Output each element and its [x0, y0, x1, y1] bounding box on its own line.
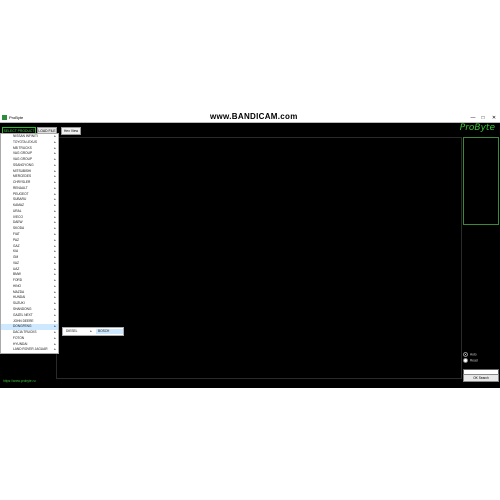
- submenu-item-diesel[interactable]: DIESEL ▸: [66, 329, 92, 334]
- radio-label: Read: [470, 358, 478, 363]
- submenu-item-label: BOSCH: [98, 329, 110, 333]
- radio-option-auto[interactable]: Auto: [463, 352, 477, 357]
- menu-item-label: HUNDAI: [13, 295, 26, 300]
- menu-item-label: SKODA: [13, 226, 25, 231]
- app-icon: [2, 115, 7, 120]
- menu-item-label: DONGFENG: [13, 324, 32, 329]
- menu-item-label: HYUNDAI: [13, 341, 28, 346]
- window-title: ProByte: [9, 115, 24, 120]
- menu-item-label: BMW: [13, 272, 21, 277]
- menu-item-label: VAG GROUP: [13, 157, 33, 162]
- menu-item-label: GAZ: [13, 243, 20, 248]
- menu-item-label: MAZDA: [13, 289, 25, 294]
- menu-item-label: TOYOTA LEXUS: [13, 139, 37, 144]
- menu-item-label: MB TRUCKS: [13, 145, 32, 150]
- radio-icon: [463, 352, 468, 357]
- menu-item-label: PAZ: [13, 237, 19, 242]
- hex-view-button[interactable]: Hex View: [61, 127, 81, 135]
- radio-option-read[interactable]: Read: [463, 358, 478, 363]
- menu-item-label: SUBARU: [13, 197, 27, 202]
- menu-item-label: URAL: [13, 208, 22, 213]
- footer-url[interactable]: https://www.probyte.ru: [3, 379, 36, 384]
- menu-item-label: SSANGYONG: [13, 162, 34, 167]
- app-window: ProByte www.BANDICAM.com — □ ✕ SELECT PR…: [0, 112, 500, 388]
- title-bar: ProByte www.BANDICAM.com — □ ✕: [0, 112, 500, 123]
- menu-item-label: SHANDONG: [13, 306, 32, 311]
- menu-item-label: GAZEL NEXT: [13, 312, 33, 317]
- preview-box: [463, 137, 499, 225]
- minimize-button[interactable]: —: [468, 114, 478, 122]
- menu-item-label: KAMAZ: [13, 203, 24, 208]
- chevron-right-icon: ▸: [90, 329, 92, 333]
- maximize-button[interactable]: □: [478, 114, 488, 122]
- radio-icon: [463, 358, 468, 363]
- menu-item-label: NISSAN INFINITI: [13, 134, 38, 138]
- watermark: www.BANDICAM.com: [210, 112, 298, 121]
- menu-item-label: IVECO: [13, 214, 23, 219]
- menu-item-label: GM: [13, 255, 19, 260]
- menu-item-label: MITSUBISHI: [13, 168, 32, 173]
- brand-logo: ProByte: [459, 123, 495, 133]
- submenu: DIESEL ▸ BOSCH: [62, 327, 124, 336]
- menu-item-label: MERCEDES: [13, 174, 32, 179]
- radio-label: Auto: [470, 352, 477, 357]
- menu-item-label: DACIA TRUCKS: [13, 330, 37, 335]
- menu-item-label: FORD: [13, 278, 23, 283]
- menu-item-label: KIA: [13, 249, 19, 254]
- menu-item[interactable]: LAND ROVER JAGUAR ▸: [1, 347, 58, 353]
- menu-item-label: FOTON: [13, 335, 25, 340]
- menu-item-label: UAZ: [13, 266, 20, 271]
- menu-item-label: VAZ: [13, 260, 19, 265]
- menu-item-label: FIAT: [13, 232, 20, 237]
- ok-search-button[interactable]: OK Search: [463, 374, 499, 382]
- chevron-right-icon: ▸: [54, 347, 56, 352]
- menu-item-label: SUZUKI: [13, 301, 25, 306]
- menu-item-label: VAG GROUP: [13, 151, 33, 156]
- menu-item-label: DAEW: [13, 220, 23, 225]
- submenu-item-bosch[interactable]: BOSCH: [96, 329, 123, 334]
- submenu-item-label: DIESEL: [66, 329, 78, 333]
- menu-item-label: LAND ROVER JAGUAR: [13, 347, 48, 352]
- menu-item-label: PEUGEOT: [13, 191, 29, 196]
- menu-item-label: CHRYSLER: [13, 180, 31, 185]
- menu-item-label: RENAULT: [13, 185, 28, 190]
- close-button[interactable]: ✕: [489, 114, 499, 122]
- menu-item-label: JOHN DEERE: [13, 318, 34, 323]
- product-dropdown-menu: NISSAN INFINITI ▸ TOYOTA LEXUS ▸ MB TRUCKS ▸ V…: [0, 133, 59, 355]
- menu-item-label: HINO: [13, 283, 21, 288]
- main-view-panel: [56, 137, 462, 379]
